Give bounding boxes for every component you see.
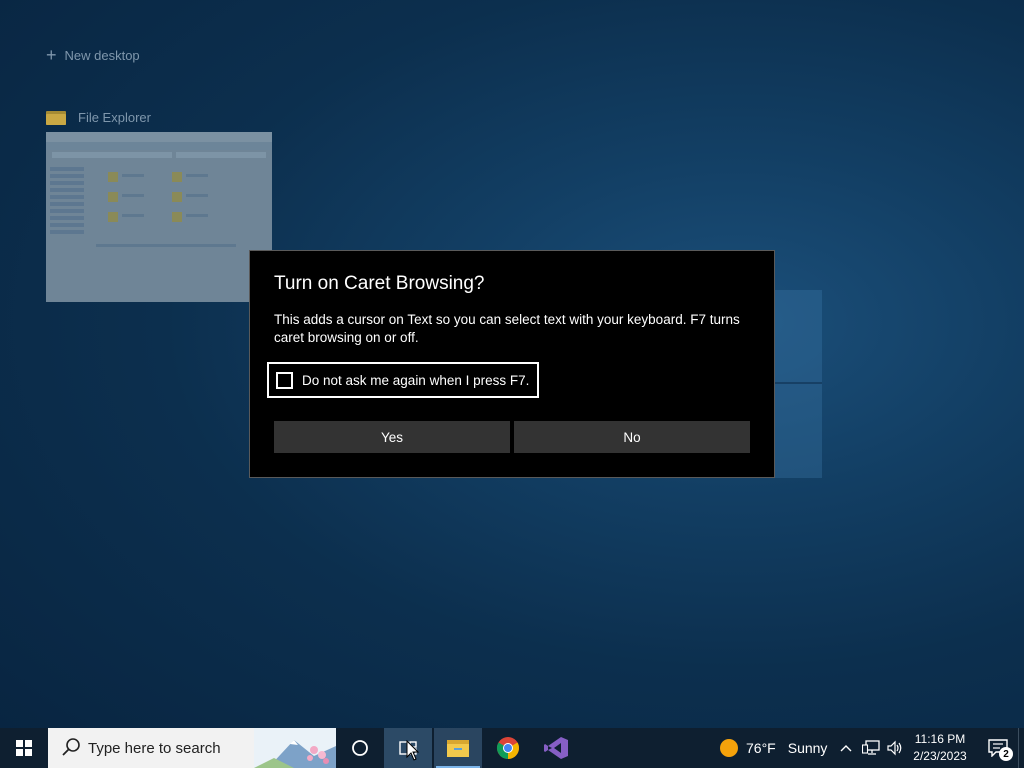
cortana-button[interactable] (336, 728, 384, 768)
wallpaper-divider (775, 382, 822, 384)
taskbar-search-box[interactable]: Type here to search (48, 728, 336, 768)
chevron-up-icon (840, 745, 852, 752)
caret-browsing-dialog: Turn on Caret Browsing? This adds a curs… (249, 250, 775, 478)
network-button[interactable] (860, 728, 882, 768)
do-not-ask-label: Do not ask me again when I press F7. (302, 372, 530, 388)
search-highlight-illustration (254, 728, 336, 768)
taskbar-chrome[interactable] (484, 728, 532, 768)
action-center-button[interactable]: 2 (978, 728, 1018, 768)
clock[interactable]: 11:16 PM 2/23/2023 (906, 728, 974, 768)
visual-studio-icon (544, 737, 568, 759)
clock-time: 11:16 PM (914, 732, 966, 746)
do-not-ask-checkbox-row[interactable]: Do not ask me again when I press F7. (267, 362, 539, 398)
taskbar: Type here to search 76°F Sunny 11:16 PM … (0, 728, 1024, 768)
taskbar-visual-studio[interactable] (532, 728, 580, 768)
show-desktop-button[interactable] (1018, 728, 1024, 768)
chrome-icon (497, 737, 519, 759)
weather-condition: Sunny (787, 740, 828, 756)
notification-count-badge: 2 (999, 747, 1013, 761)
weather-widget[interactable]: 76°F Sunny (720, 728, 827, 768)
taskbar-file-explorer[interactable] (434, 728, 482, 768)
network-icon (862, 740, 880, 755)
search-placeholder: Type here to search (88, 739, 221, 757)
file-explorer-thumbnail[interactable] (46, 132, 272, 302)
volume-button[interactable] (884, 728, 906, 768)
dialog-message: This adds a cursor on Text so you can se… (274, 312, 740, 345)
search-icon (60, 737, 82, 759)
new-desktop-button[interactable]: + New desktop (46, 45, 140, 65)
new-desktop-label: New desktop (64, 47, 140, 63)
windows-logo-wallpaper (775, 290, 822, 478)
cortana-icon (352, 740, 368, 756)
start-button[interactable] (0, 728, 48, 768)
sun-icon (720, 739, 738, 757)
file-explorer-taskbar-icon (447, 740, 469, 757)
volume-icon (887, 740, 902, 756)
show-hidden-icons-button[interactable] (836, 728, 856, 768)
file-explorer-icon (46, 109, 66, 125)
weather-temperature: 76°F (746, 740, 776, 756)
dialog-title: Turn on Caret Browsing? (274, 273, 485, 294)
no-button[interactable]: No (514, 421, 750, 453)
clock-date: 2/23/2023 (913, 749, 967, 763)
mouse-cursor-icon (406, 740, 420, 761)
task-view-window-title[interactable]: File Explorer (46, 106, 151, 128)
task-view-window-label: File Explorer (78, 109, 151, 125)
windows-icon (16, 740, 32, 756)
plus-icon: + (46, 45, 57, 65)
do-not-ask-checkbox[interactable] (276, 371, 293, 389)
yes-button[interactable]: Yes (274, 421, 510, 453)
